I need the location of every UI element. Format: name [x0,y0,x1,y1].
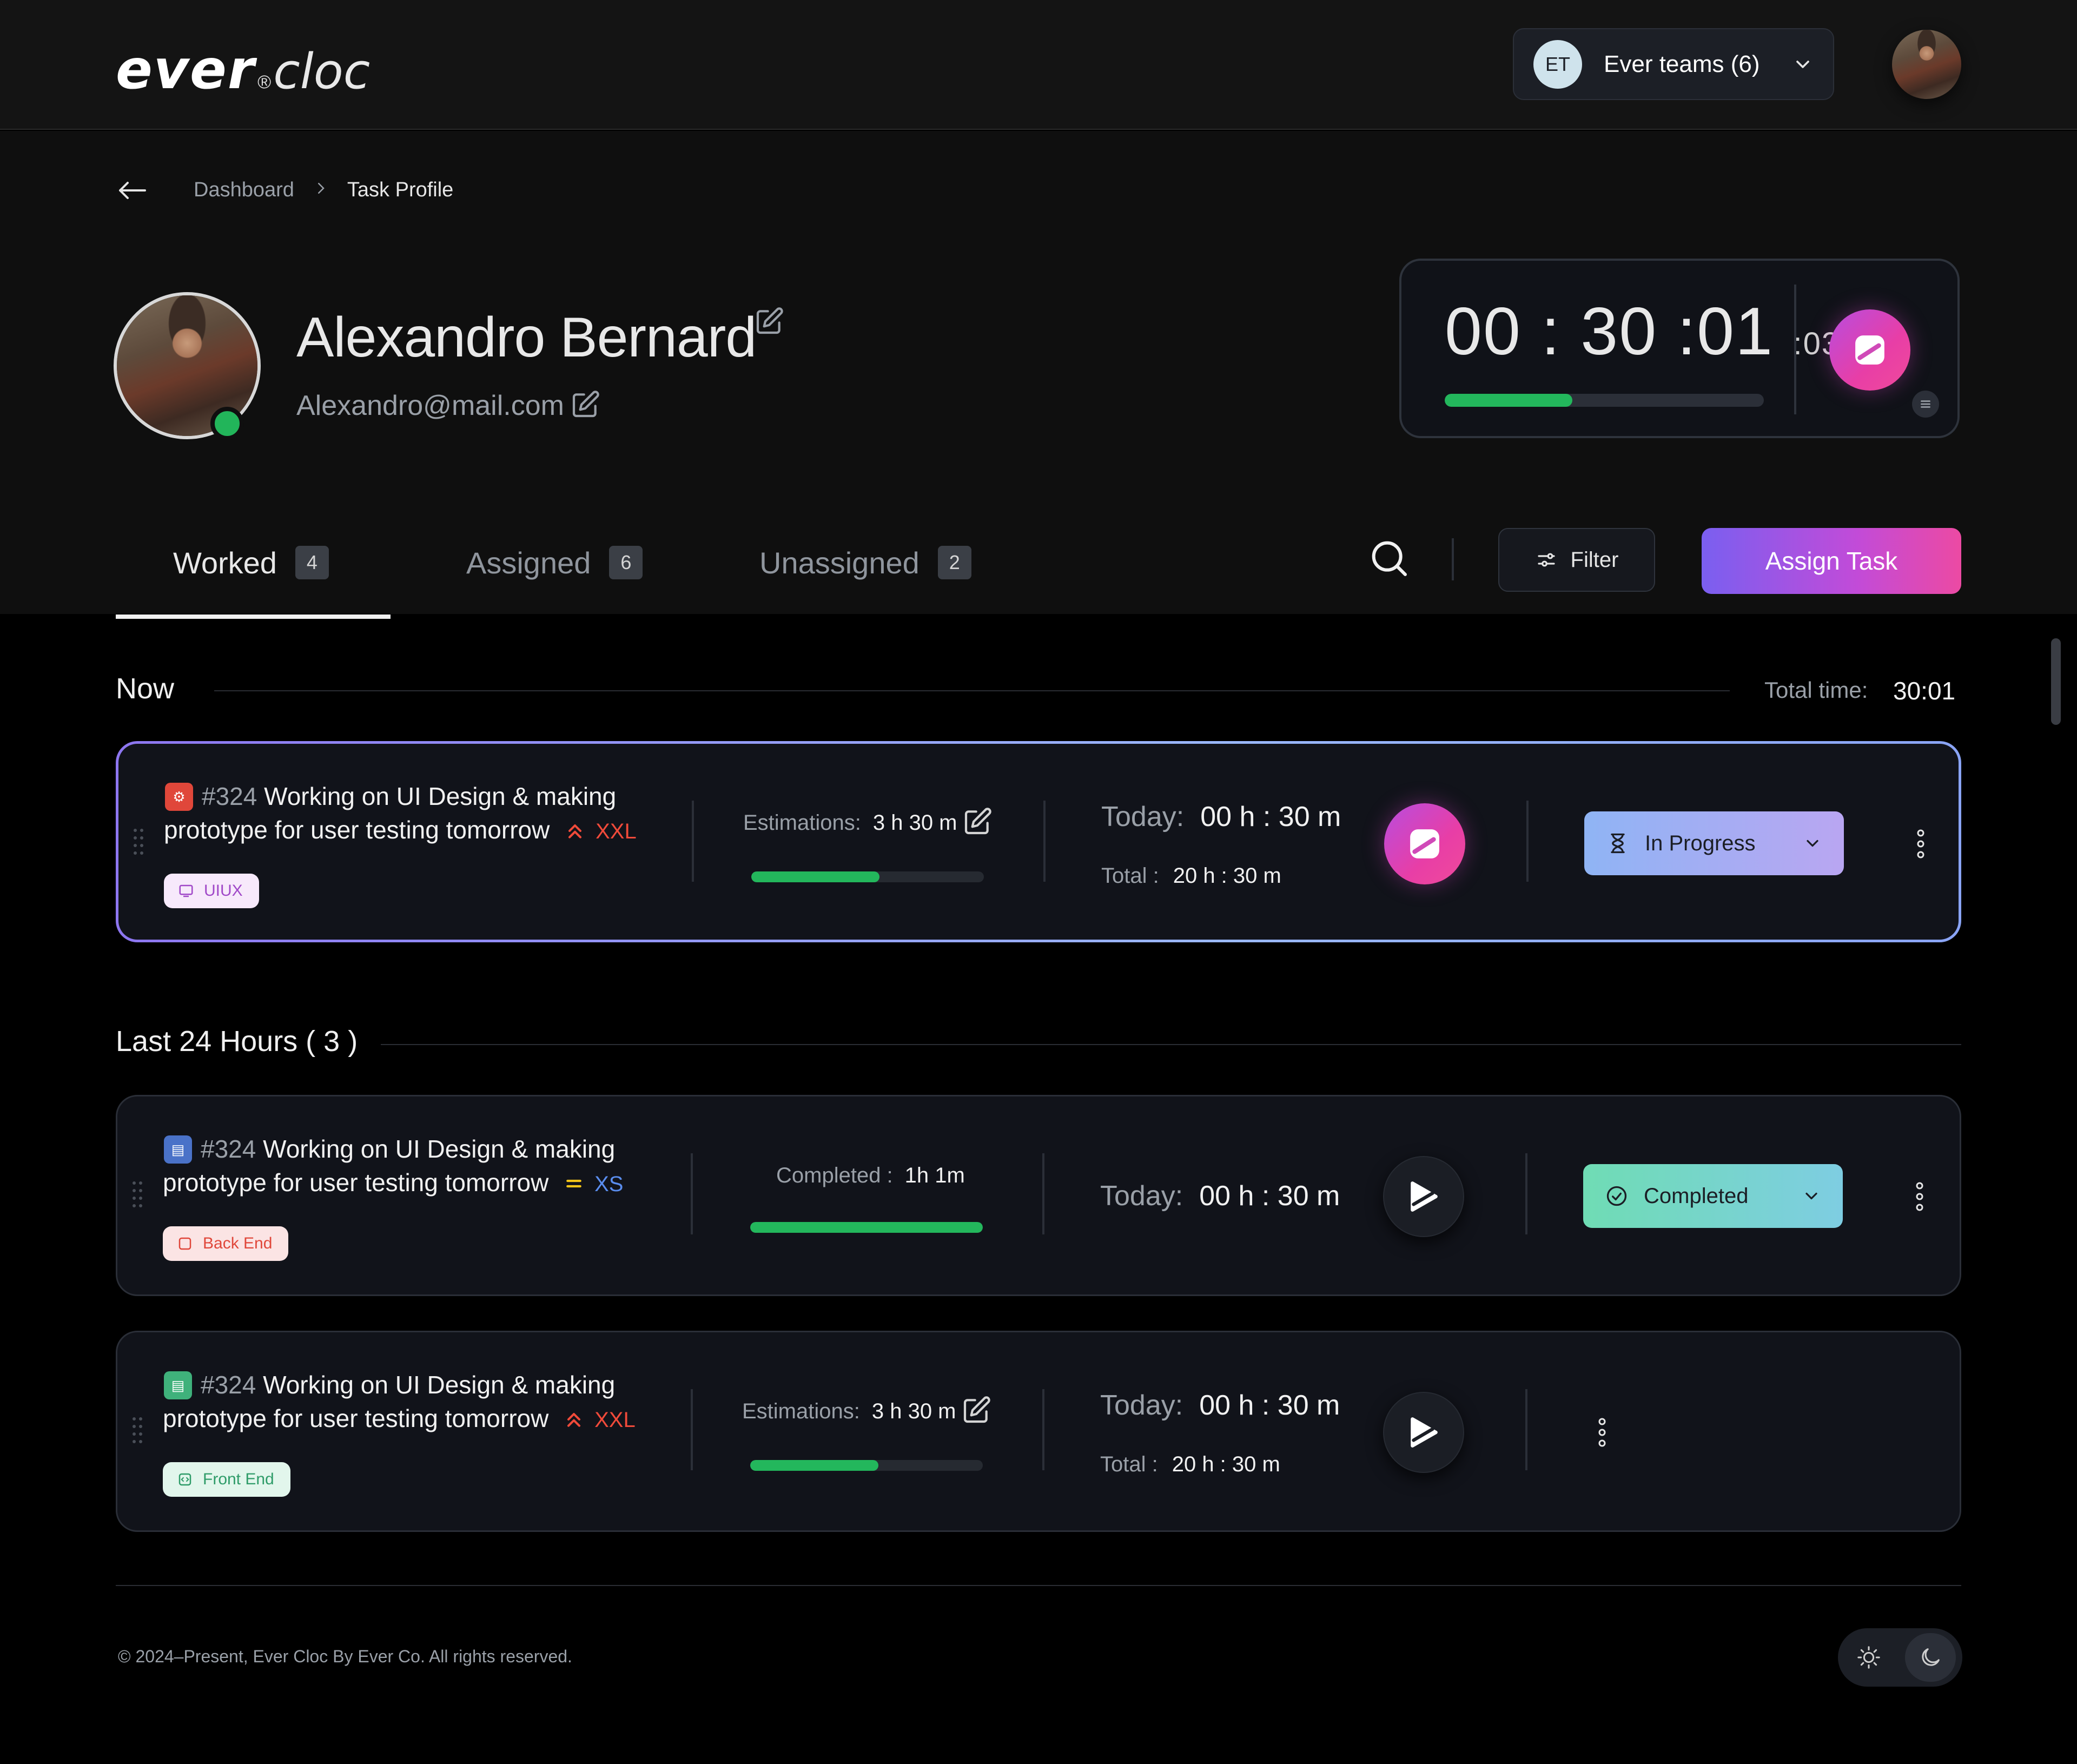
task-tag: Back End [163,1226,289,1261]
task-size: XS [594,1172,624,1196]
dark-mode-button[interactable] [1905,1633,1956,1682]
total-time-value: 30:01 [1893,677,1956,705]
chevron-down-icon [1807,840,1818,847]
status-dropdown[interactable]: In Progress [1584,811,1844,875]
task-play-button[interactable] [1383,1392,1464,1473]
more-options-icon[interactable] [1597,1416,1608,1449]
footer-divider [116,1585,1961,1586]
tab-unassigned[interactable]: Unassigned 2 [759,525,971,600]
total-time-label: Total time: [1764,677,1868,703]
task-size: XXL [594,1408,636,1432]
profile-email: Alexandro@mail.com [296,390,564,421]
priority-medium-icon [566,1179,581,1188]
breadcrumb: Dashboard Task Profile [116,179,453,202]
task-tabs: Worked 4 Assigned 6 Unassigned 2 [116,525,971,622]
section-divider [381,1044,1961,1045]
timer-control-icon [1855,335,1884,365]
chevron-down-icon [1805,1192,1817,1200]
task-play-button[interactable] [1383,1156,1464,1237]
task-title[interactable]: #324 Working on UI Design & making proto… [164,779,705,848]
user-avatar[interactable] [1892,30,1961,99]
ever-cloc-logo[interactable]: ever ® cloc [116,38,370,101]
edit-email-icon[interactable] [570,389,600,420]
moon-icon [1922,1648,1940,1666]
task-stop-button[interactable] [1384,803,1465,884]
timer-control-icon [1411,1417,1438,1448]
assign-task-button[interactable]: Assign Task [1702,528,1961,594]
breadcrumb-task-profile: Task Profile [347,179,454,201]
edit-estimation-icon[interactable] [962,807,993,837]
today-time: Today: 00 h : 30 m [1100,1390,1340,1421]
sun-icon [1857,1646,1880,1669]
task-title[interactable]: #324 Working on UI Design & making proto… [163,1132,704,1201]
timer-widget: 00 : 30 :01 :03 [1399,259,1960,438]
timer-menu-icon[interactable] [1912,391,1939,418]
today-time: Today: 00 h : 30 m [1101,801,1341,833]
timer-control-icon [1411,1181,1438,1212]
drag-handle-icon[interactable] [130,1179,144,1211]
timer-progress-bar [1445,394,1764,407]
task-title[interactable]: #324 Working on UI Design & making proto… [163,1368,704,1437]
total-time: Total :20 h : 30 m [1101,864,1281,888]
uiux-tag-icon [179,884,193,897]
completed-progress-bar [750,1222,983,1233]
search-icon[interactable] [1367,537,1411,580]
more-options-icon[interactable] [1915,828,1926,860]
more-options-icon[interactable] [1914,1180,1925,1213]
chevron-down-icon [1796,60,1809,68]
task-card[interactable]: ⚙ #324 Working on UI Design & making pro… [116,741,1961,942]
active-tab-indicator [116,615,391,619]
task-tag: Front End [163,1462,290,1497]
hourglass-icon [1611,833,1625,854]
drag-handle-icon[interactable] [130,1415,144,1447]
edit-estimation-icon[interactable] [961,1395,991,1425]
total-time: Total :20 h : 30 m [1100,1452,1280,1476]
filter-button[interactable]: Filter [1498,528,1655,592]
online-status-dot [210,407,244,440]
task-card[interactable]: ▤ #324 Working on UI Design & making pro… [116,1331,1961,1532]
back-arrow-icon[interactable] [116,180,148,201]
edit-name-icon[interactable] [754,306,784,336]
copyright-text: © 2024–Present, Ever Cloc By Ever Co. Al… [118,1647,572,1666]
priority-high-icon [568,824,582,838]
now-section-title: Now [116,672,175,705]
last-24-hours-title: Last 24 Hours ( 3 ) [116,1025,358,1058]
sliders-icon [1537,553,1555,567]
estimation-progress-bar [750,1460,983,1471]
today-time: Today: 00 h : 30 m [1100,1180,1340,1212]
drag-handle-icon[interactable] [131,826,145,858]
estimation-label: Estimations: 3 h 30 m [743,811,957,835]
tab-worked[interactable]: Worked 4 [173,525,466,600]
team-selector[interactable]: ET Ever teams (6) [1513,28,1834,100]
estimation-label: Estimations: 3 h 30 m [742,1399,956,1423]
profile-name: Alexandro Bernard [296,306,757,369]
task-tag: UIUX [164,874,259,908]
breadcrumb-dashboard[interactable]: Dashboard [194,179,294,202]
team-selector-label: Ever teams (6) [1604,50,1760,77]
task-card[interactable]: ▤ #324 Working on UI Design & making pro… [116,1095,1961,1296]
task-size: XXL [596,820,637,843]
scrollbar-thumb[interactable] [2051,638,2061,725]
backend-tag-icon [178,1237,191,1250]
check-circle-icon [1606,1186,1627,1206]
priority-high-icon [567,1413,581,1427]
tab-assigned[interactable]: Assigned 6 [466,525,759,600]
timer-control-icon [1410,829,1439,858]
toolbar-divider [1452,538,1454,580]
team-avatar: ET [1533,39,1582,89]
completed-label: Completed :1h 1m [776,1164,965,1187]
breadcrumb-chevron-icon [313,179,329,202]
light-mode-button[interactable] [1843,1633,1894,1682]
section-divider [214,690,1730,691]
theme-toggle[interactable] [1838,1628,1962,1687]
estimation-progress-bar [751,871,984,882]
frontend-tag-icon [178,1473,191,1486]
timer-display: 00 : 30 :01 :03 [1445,294,1841,369]
timer-stop-button[interactable] [1829,309,1910,391]
status-dropdown[interactable]: Completed [1583,1164,1843,1228]
